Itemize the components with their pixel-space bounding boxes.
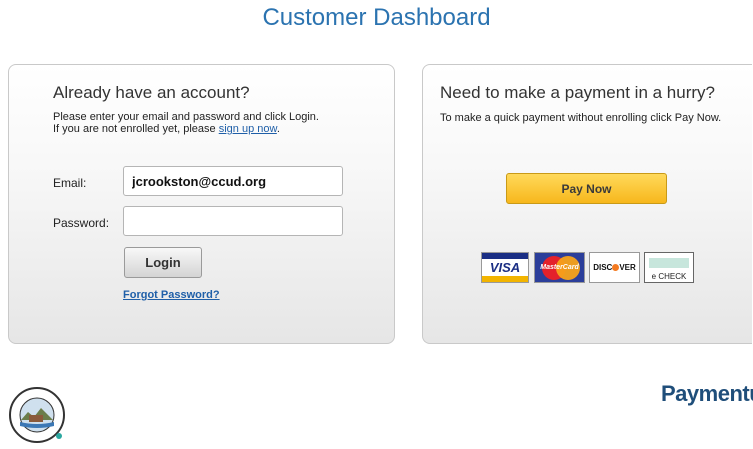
pay-now-button[interactable]: Pay Now	[506, 173, 667, 204]
discover-icon: DISC VER	[589, 252, 640, 283]
paymentus-logo: Paymentus	[661, 381, 753, 406]
signup-link[interactable]: sign up now	[219, 123, 277, 135]
signup-suffix: .	[276, 123, 280, 135]
discover-label: DISC VER	[593, 263, 636, 272]
login-button[interactable]: Login	[124, 247, 202, 278]
quick-pay-instructions: To make a quick payment without enrollin…	[440, 112, 722, 124]
password-label: Password:	[53, 216, 110, 230]
email-label: Email:	[53, 176, 87, 190]
quick-pay-panel: Need to make a payment in a hurry? To ma…	[422, 64, 752, 344]
page-title: Customer Dashboard	[262, 4, 491, 31]
visa-icon: VISA	[481, 252, 529, 283]
echeck-label: e CHECK	[651, 272, 687, 281]
mastercard-icon: MasterCard	[534, 252, 585, 283]
password-field[interactable]	[123, 206, 343, 236]
forgot-password-link[interactable]: Forgot Password?	[123, 289, 220, 301]
login-instructions-line2: If you are not enrolled yet, please sign…	[53, 123, 353, 135]
signup-prefix: If you are not enrolled yet, please	[53, 123, 219, 135]
login-instructions: Please enter your email and password and…	[53, 111, 353, 135]
login-heading: Already have an account?	[53, 83, 250, 102]
login-instructions-line1: Please enter your email and password and…	[53, 111, 319, 123]
quick-pay-heading: Need to make a payment in a hurry?	[440, 83, 715, 102]
echeck-icon: e CHECK	[644, 252, 694, 283]
visa-label: VISA	[489, 260, 521, 275]
coal-creek-logo	[9, 387, 65, 443]
mastercard-label: MasterCard	[540, 264, 579, 271]
login-panel: Already have an account? Please enter yo…	[8, 64, 395, 344]
email-field[interactable]	[123, 166, 343, 196]
